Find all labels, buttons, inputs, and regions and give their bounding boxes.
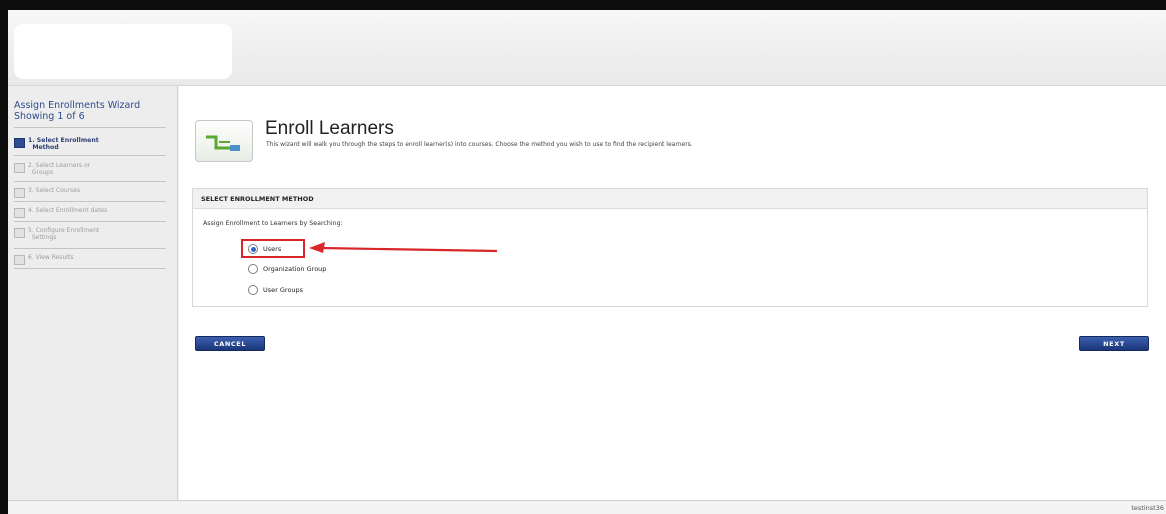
app-window: Assign Enrollments Wizard Showing 1 of 6… (8, 10, 1166, 514)
radio-user-groups[interactable] (248, 285, 258, 295)
step-label: 1. Select Enrollment Method (28, 137, 99, 151)
pointer-arrow-icon (309, 242, 498, 253)
footer-text: testinst36 (1131, 504, 1164, 512)
sidebar-step-2[interactable]: 2. Select Learners or Groups (14, 162, 166, 176)
option-user-groups[interactable]: User Groups (248, 285, 303, 295)
step-label: 3. Select Courses (28, 187, 81, 194)
sidebar-divider (14, 181, 166, 182)
step-checkbox-icon (14, 138, 25, 148)
sidebar-divider (14, 221, 166, 222)
wizard-sidebar: Assign Enrollments Wizard Showing 1 of 6… (8, 86, 178, 500)
wizard-title-name: Assign Enrollments Wizard (14, 100, 141, 111)
step-checkbox-icon (14, 208, 25, 218)
highlight-box (241, 239, 305, 258)
sidebar-step-4[interactable]: 4. Select Enrollment dates (14, 207, 166, 218)
step-label: 6. View Results (28, 254, 74, 261)
sidebar-step-5[interactable]: 5. Configure Enrollment Settings (14, 227, 166, 241)
option-label: User Groups (263, 286, 304, 294)
sidebar-step-6[interactable]: 6. View Results (14, 254, 166, 265)
sidebar-divider (14, 127, 166, 128)
step-checkbox-icon (14, 188, 25, 198)
next-button[interactable]: NEXT (1079, 336, 1149, 351)
radio-organization-group[interactable] (248, 264, 258, 274)
screenshot-frame: Assign Enrollments Wizard Showing 1 of 6… (0, 0, 1166, 514)
top-header (8, 10, 1166, 86)
assign-label: Assign Enrollment to Learners by Searchi… (203, 220, 343, 227)
sidebar-step-1[interactable]: 1. Select Enrollment Method (14, 137, 166, 151)
step-checkbox-icon (14, 228, 25, 238)
step-label: 5. Configure Enrollment Settings (28, 227, 100, 241)
page-title: Enroll Learners (265, 118, 394, 139)
page-subtitle: This wizard will walk you through the st… (266, 141, 693, 148)
main-content: Enroll Learners This wizard will walk yo… (179, 86, 1166, 500)
sidebar-divider (14, 201, 166, 202)
sidebar-divider (14, 268, 166, 269)
section-header: SELECT ENROLLMENT METHOD (193, 189, 1147, 209)
step-checkbox-icon (14, 163, 25, 173)
sidebar-step-3[interactable]: 3. Select Courses (14, 187, 166, 198)
logo-area (14, 24, 232, 79)
option-label: Organization Group (263, 265, 327, 273)
step-label: 2. Select Learners or Groups (28, 162, 91, 176)
option-organization-group[interactable]: Organization Group (248, 264, 326, 274)
enroll-learners-icon (195, 120, 253, 162)
step-checkbox-icon (14, 255, 25, 265)
sidebar-divider (14, 155, 166, 156)
cancel-button[interactable]: CANCEL (195, 336, 265, 351)
wizard-title: Assign Enrollments Wizard Showing 1 of 6 (14, 100, 164, 122)
wizard-progress: Showing 1 of 6 (14, 111, 85, 122)
sidebar-divider (14, 248, 166, 249)
status-footer: testinst36 (8, 500, 1166, 514)
enrollment-method-panel: SELECT ENROLLMENT METHOD Assign Enrollme… (192, 188, 1148, 307)
step-label: 4. Select Enrollment dates (28, 207, 108, 214)
